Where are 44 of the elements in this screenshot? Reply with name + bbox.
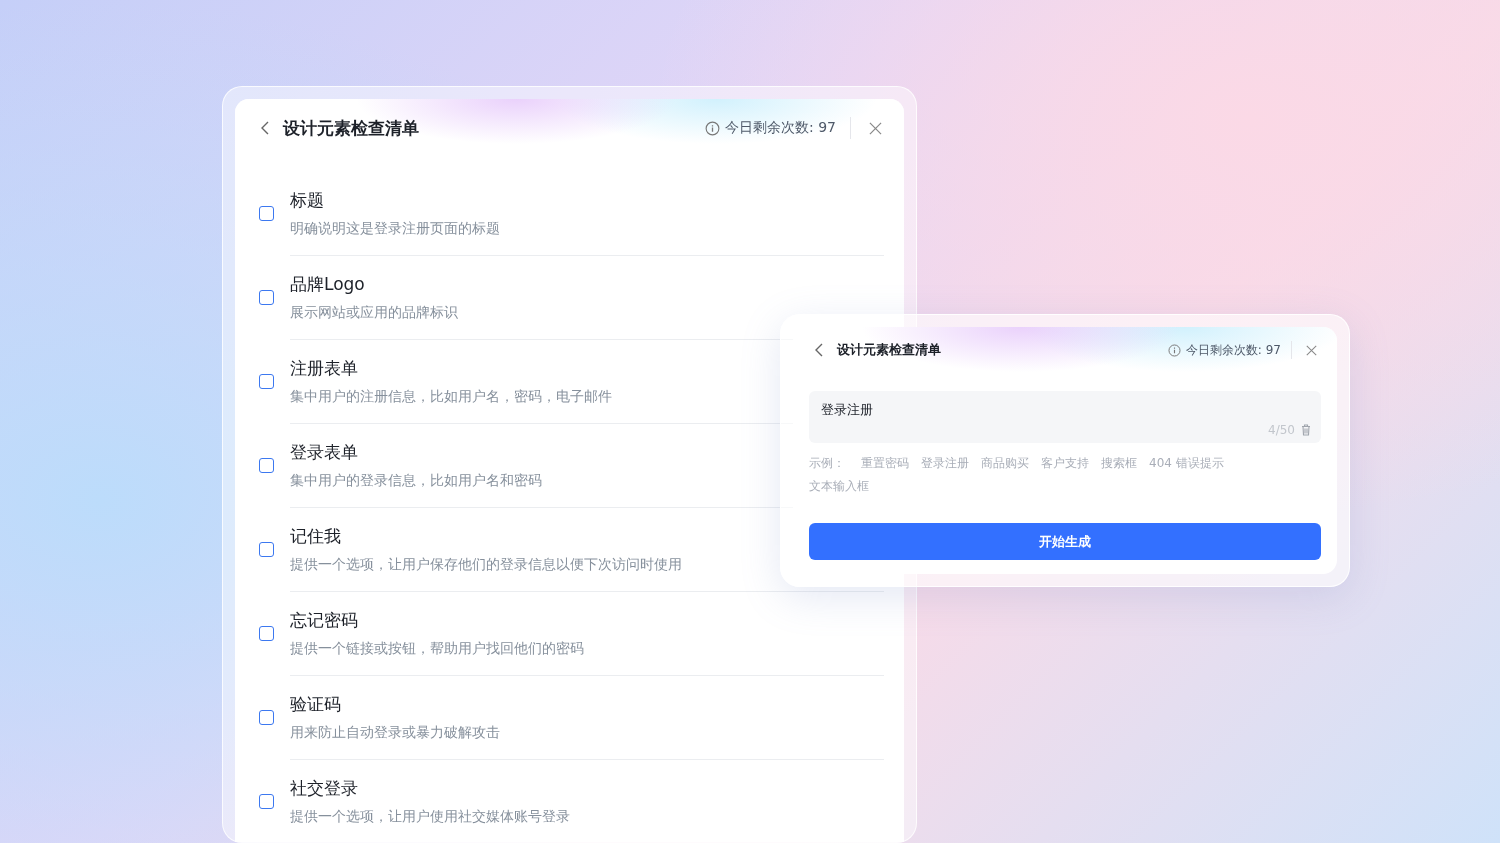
item-title: 登录表单 xyxy=(290,441,359,464)
example-chip[interactable]: 登录注册 xyxy=(921,455,969,472)
panel-title: 设计元素检查清单 xyxy=(837,341,942,359)
example-chip[interactable]: 文本输入框 xyxy=(809,478,869,495)
item-title: 记住我 xyxy=(290,525,342,548)
checkbox[interactable] xyxy=(259,794,274,809)
item-title: 验证码 xyxy=(290,693,342,716)
examples-label: 示例： xyxy=(809,455,845,472)
example-chip[interactable]: 重置密码 xyxy=(861,455,909,472)
checkbox[interactable] xyxy=(259,626,274,641)
item-description: 展示网站或应用的品牌标识 xyxy=(290,304,458,322)
item-title: 注册表单 xyxy=(290,357,359,380)
trash-icon[interactable] xyxy=(1301,424,1311,436)
generate-button[interactable]: 开始生成 xyxy=(809,523,1321,560)
item-description: 明确说明这是登录注册页面的标题 xyxy=(290,219,500,238)
checkbox[interactable] xyxy=(259,542,274,557)
example-chip[interactable]: 搜索框 xyxy=(1101,455,1137,472)
item-description: 集中用户的登录信息，比如用户名和密码 xyxy=(290,472,542,490)
item-description: 提供一个选项，让用户保存他们的登录信息以便下次访问时使用 xyxy=(290,556,682,574)
item-description: 提供一个链接或按钮，帮助用户找回他们的密码 xyxy=(290,640,584,658)
item-title: 社交登录 xyxy=(290,777,359,800)
close-icon[interactable] xyxy=(869,121,882,135)
item-description: 集中用户的注册信息，比如用户名，密码，电子邮件 xyxy=(290,388,612,406)
example-chip[interactable]: 客户支持 xyxy=(1041,455,1089,472)
close-icon[interactable] xyxy=(1306,344,1317,356)
info-icon xyxy=(1167,343,1181,357)
item-title: 品牌Logo xyxy=(290,273,366,296)
item-title: 忘记密码 xyxy=(290,609,359,632)
checkbox[interactable] xyxy=(259,205,274,221)
checkbox[interactable] xyxy=(259,710,274,725)
item-title: 标题 xyxy=(290,188,325,212)
example-chip[interactable]: 404 错误提示 xyxy=(1149,455,1224,472)
remaining-count: 今日剩余次数: 97 xyxy=(725,119,836,137)
remaining-count: 今日剩余次数: 97 xyxy=(1185,341,1281,359)
checkbox[interactable] xyxy=(259,374,274,389)
info-icon xyxy=(705,120,720,136)
checkbox[interactable] xyxy=(259,458,274,473)
panel-title: 设计元素检查清单 xyxy=(283,116,420,140)
example-chip[interactable]: 商品购买 xyxy=(981,455,1029,472)
back-icon[interactable] xyxy=(259,120,271,136)
back-icon[interactable] xyxy=(813,342,825,358)
item-description: 用来防止自动登录或暴力破解攻击 xyxy=(290,724,500,742)
item-description: 提供一个选项，让用户使用社交媒体账号登录 xyxy=(290,808,570,826)
checkbox[interactable] xyxy=(259,290,274,305)
